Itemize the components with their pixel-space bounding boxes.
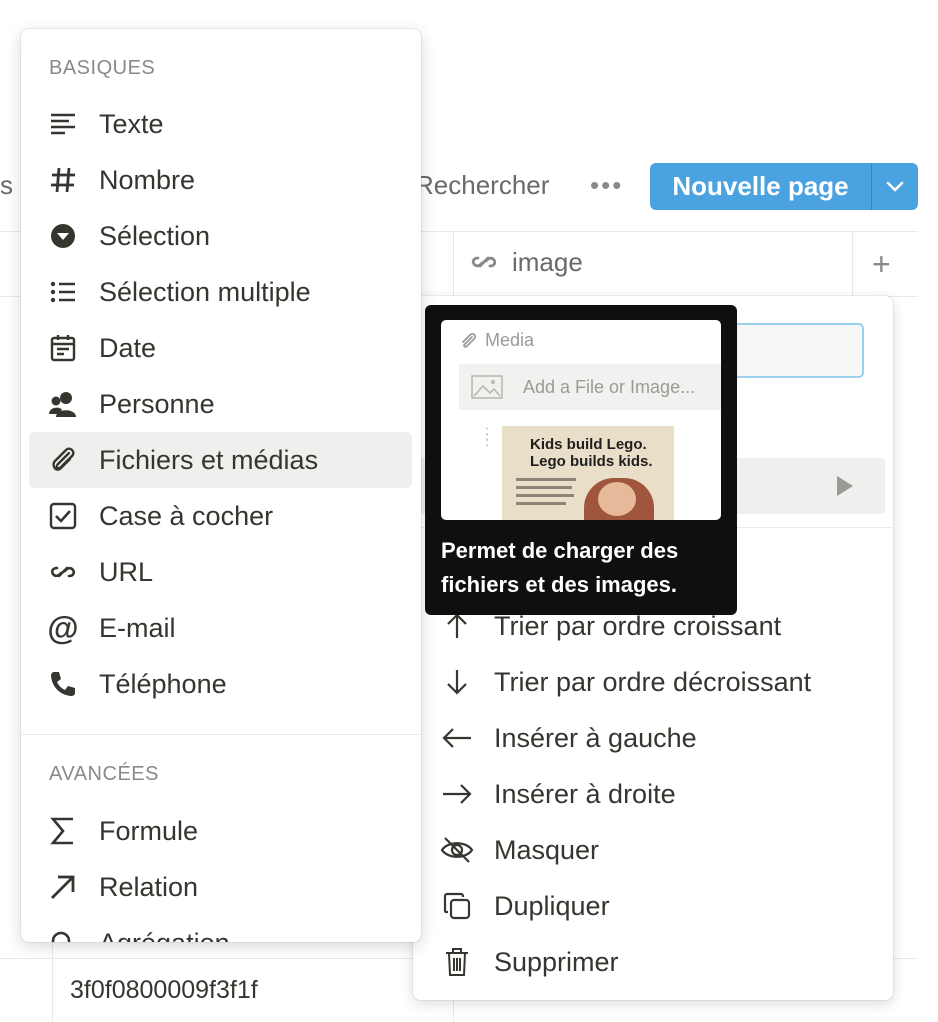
type-item-email[interactable]: @ E-mail [29, 600, 412, 656]
text-icon [47, 108, 79, 140]
menu-item-label: Trier par ordre croissant [494, 610, 782, 641]
type-item-text[interactable]: Texte [29, 96, 412, 152]
type-item-label: Sélection multiple [99, 276, 311, 307]
insert-right-item[interactable]: Insérer à droite [440, 766, 676, 822]
arrow-up-right-icon [47, 871, 79, 903]
more-options-button[interactable]: ••• [590, 170, 623, 201]
table-cell[interactable]: 3f0f0800009f3f1f [70, 976, 258, 1005]
type-item-label: Fichiers et médias [99, 444, 319, 475]
chevron-down-icon [886, 181, 904, 192]
tooltip-description: Permet de charger des fichiers et des im… [441, 538, 679, 597]
ad-text-line [516, 478, 576, 481]
chevron-right-icon [834, 474, 856, 503]
menu-item-label: Supprimer [494, 946, 619, 977]
type-item-label: Relation [99, 871, 199, 902]
link-icon [47, 556, 79, 588]
type-item-files-media[interactable]: Fichiers et médias [29, 432, 412, 488]
type-item-number[interactable]: Nombre [29, 152, 412, 208]
multi-select-icon [47, 276, 79, 308]
arrow-down-icon [440, 665, 474, 699]
preview-header: Media [459, 330, 534, 351]
insert-left-item[interactable]: Insérer à gauche [440, 710, 697, 766]
duplicate-item[interactable]: Dupliquer [440, 878, 610, 934]
type-item-multi-select[interactable]: Sélection multiple [29, 264, 412, 320]
menu-clip: Agrégation [21, 915, 421, 942]
new-page-button[interactable]: Nouvelle page [650, 163, 871, 210]
eye-off-icon [440, 833, 474, 867]
sigma-icon [47, 815, 79, 847]
type-item-label: Personne [99, 388, 215, 419]
button-divider [871, 163, 872, 210]
type-item-formula[interactable]: Formule [29, 803, 412, 859]
menu-item-label: Dupliquer [494, 890, 610, 921]
duplicate-icon [440, 889, 474, 923]
preview-add-row: Add a File or Image... [459, 364, 721, 410]
type-item-label: URL [99, 556, 154, 587]
type-item-label: Agrégation [99, 928, 230, 943]
arrow-right-icon [440, 777, 474, 811]
menu-item-label: Masquer [494, 834, 600, 865]
ad-thumbnail: Kids build Lego. Lego builds kids. [502, 426, 674, 520]
type-item-person[interactable]: Personne [29, 376, 412, 432]
type-item-label: Sélection [99, 220, 211, 251]
calendar-icon [47, 332, 79, 364]
type-item-phone[interactable]: Téléphone [29, 656, 412, 712]
type-item-checkbox[interactable]: Case à cocher [29, 488, 412, 544]
column-divider [52, 942, 53, 1022]
phone-icon [47, 668, 79, 700]
type-item-select[interactable]: Sélection [29, 208, 412, 264]
checkbox-icon [47, 500, 79, 532]
ad-text-line [516, 502, 566, 505]
search-button[interactable]: Rechercher [415, 170, 549, 201]
type-item-label: Date [99, 332, 157, 363]
type-item-label: Formule [99, 815, 199, 846]
arrow-left-icon [440, 721, 474, 755]
type-item-label: Texte [99, 108, 164, 139]
tooltip-preview: Media Add a File or Image... ⋮ ⋮ Kids bui… [441, 320, 721, 520]
hide-item[interactable]: Masquer [440, 822, 599, 878]
column-header-image[interactable]: image [468, 246, 583, 278]
column-header-label: image [512, 246, 583, 277]
select-icon [47, 220, 79, 252]
link-icon [471, 256, 497, 268]
ad-headline: Kids build Lego. Lego builds kids. [530, 436, 653, 470]
person-icon [47, 388, 79, 420]
image-icon [471, 375, 503, 399]
paperclip-icon [47, 444, 79, 476]
column-divider [852, 231, 853, 296]
toolbar-fragment: s [0, 170, 13, 200]
ad-text-line [516, 494, 574, 497]
type-item-label: Téléphone [99, 668, 227, 699]
menu-item-label: Insérer à droite [494, 778, 676, 809]
section-label-advanced: AVANCÉES [49, 763, 159, 785]
search-icon [47, 927, 79, 942]
type-item-date[interactable]: Date [29, 320, 412, 376]
ad-photo-face [598, 482, 636, 516]
paperclip-icon [462, 332, 476, 348]
type-item-label: Nombre [99, 164, 196, 195]
type-item-rollup[interactable]: Agrégation [29, 915, 412, 942]
at-icon: @ [47, 609, 79, 646]
type-item-url[interactable]: URL [29, 544, 412, 600]
menu-divider [21, 734, 421, 735]
sort-descending-item[interactable]: Trier par ordre décroissant [440, 654, 811, 710]
add-column-button[interactable]: + [872, 246, 891, 283]
delete-item[interactable]: Supprimer [440, 934, 619, 990]
ad-text-line [516, 486, 572, 489]
drag-handle-icon: ⋮ ⋮ [479, 426, 495, 449]
hash-icon [47, 164, 79, 196]
menu-item-label: Insérer à gauche [494, 722, 697, 753]
section-label-basic: BASIQUES [49, 57, 156, 79]
trash-icon [440, 945, 474, 979]
menu-item-label: Trier par ordre décroissant [494, 666, 812, 697]
type-item-label: Case à cocher [99, 500, 274, 531]
type-item-label: E-mail [99, 612, 176, 643]
new-page-dropdown-button[interactable] [872, 163, 918, 210]
type-item-relation[interactable]: Relation [29, 859, 412, 915]
